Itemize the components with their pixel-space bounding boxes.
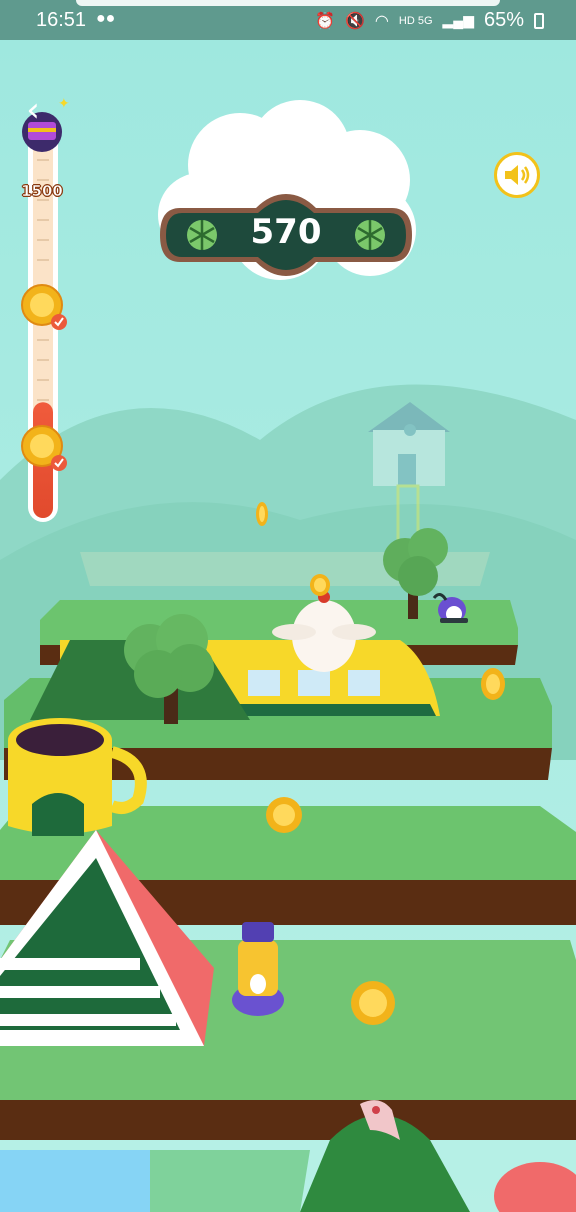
notification-pill xyxy=(76,0,500,6)
signal-icon: ▂▄▆ xyxy=(442,12,474,28)
battery-level: 65% xyxy=(483,9,524,31)
coin[interactable] xyxy=(266,797,302,833)
coin[interactable] xyxy=(310,574,330,596)
mute-icon: 🔇 xyxy=(345,12,365,30)
top-reward-label: 1500 xyxy=(21,182,63,201)
network-indicator: HD 5G xyxy=(398,14,433,27)
alarm-icon: ⏰ xyxy=(315,12,335,30)
water xyxy=(0,1150,150,1212)
coin[interactable] xyxy=(256,502,268,526)
coin[interactable] xyxy=(481,668,505,700)
wechat-icon: ●● xyxy=(96,10,116,27)
battery-icon xyxy=(534,12,544,29)
score-value: 570 xyxy=(250,212,322,252)
speaker-icon xyxy=(505,165,530,185)
coin[interactable] xyxy=(351,981,395,1025)
score-panel: 570 xyxy=(160,194,412,276)
back-button[interactable]: ‹ xyxy=(18,93,48,127)
sound-button[interactable] xyxy=(494,152,540,198)
wifi-icon: ◠ xyxy=(374,12,389,30)
chevron-left-icon: ‹ xyxy=(26,90,40,130)
svg-text:✦: ✦ xyxy=(58,96,70,112)
status-bar: 16:51 ●● ⏰ 🔇 ◠ HD 5G ▂▄▆ 65% xyxy=(0,0,576,40)
status-time: 16:51 xyxy=(36,9,87,31)
game-scene[interactable]: ✦ 1500 ‹ 570 xyxy=(0,40,576,1212)
